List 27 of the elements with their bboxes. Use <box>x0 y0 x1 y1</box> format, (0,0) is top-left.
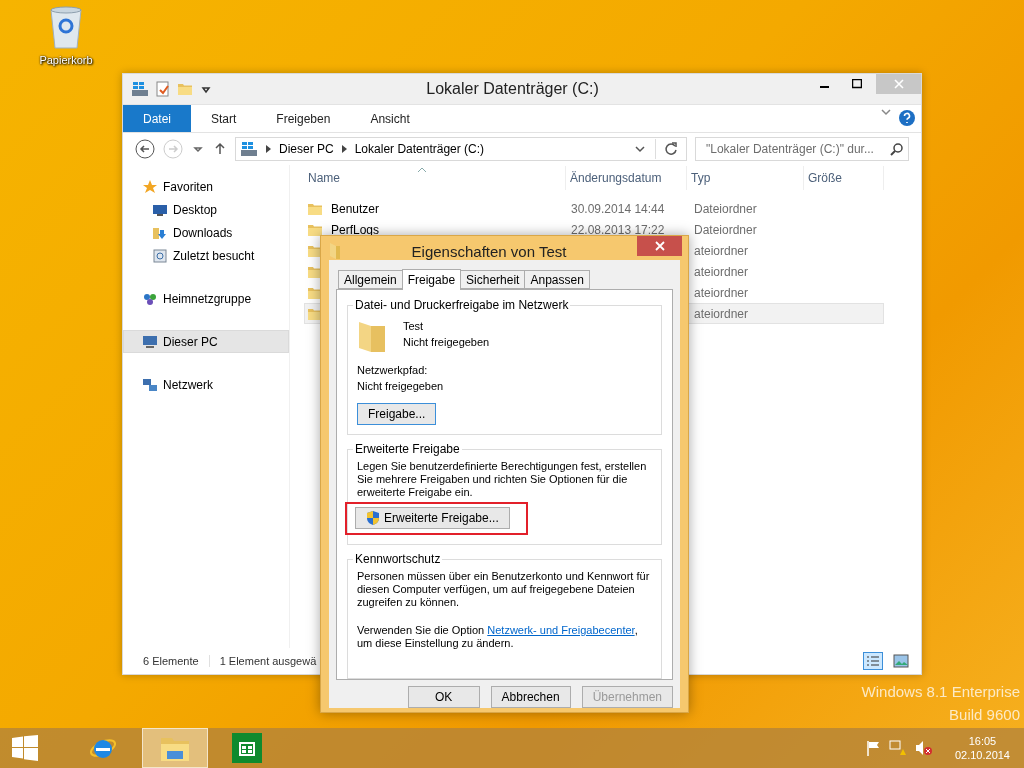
description-text: Verwenden Sie die Option Netzwerk- und Freigabecenter, um diese Einstellung zu ändern. <box>357 624 639 650</box>
date-cell-text: 22.08.2013 17:22 <box>570 222 665 237</box>
group-title: Kennwortschutz <box>354 552 442 566</box>
group-title: Erweiterte Freigabe <box>354 442 461 456</box>
network-path: Nicht freigegeben <box>357 380 445 393</box>
type-cell-text: Dateiordner <box>693 201 757 216</box>
edition-text: Build 9600 <box>949 706 1020 723</box>
clock-date: 02.10.2014 <box>954 748 1010 762</box>
description-text: Legen Sie benutzerdefinierte Berechtigungen fest, erstellen Sie mehrere Freigaben und richten Sie Optionen für die erweiterte Freigabe ein. <box>357 460 648 499</box>
type-cell-text: Dateiordner <box>693 222 757 237</box>
type-cell-text: ateiordner <box>693 306 749 321</box>
type-cell-text: ateiordner <box>693 285 749 300</box>
window-title: Lokaler Datenträger (C:) <box>425 80 600 98</box>
file-name: PerfLogs <box>330 222 380 237</box>
edition-text: Windows 8.1 Enterprise <box>861 683 1020 700</box>
share-status: Nicht freigegeben <box>403 336 490 349</box>
date-cell-text: 30.09.2014 14:44 <box>570 201 665 216</box>
file-name: Benutzer <box>330 201 380 216</box>
folder-name: Test <box>403 320 425 333</box>
dialog-title: Eigenschaften von Test <box>410 243 568 260</box>
group-title: Datei- und Druckerfreigabe im Netzwerk <box>354 298 570 312</box>
type-cell-text: ateiordner <box>693 243 749 258</box>
status-text: 6 Elemente <box>143 655 210 667</box>
field-label: Netzwerkpfad: <box>357 364 429 377</box>
description-text: Personen müssen über ein Benutzerkonto und Kennwort für diesen Computer verfügen, um auf freigegebene Dateien zugreifen zu können. <box>357 570 651 609</box>
type-cell-text: ateiordner <box>693 264 749 279</box>
clock-time: 16:05 <box>968 734 997 748</box>
